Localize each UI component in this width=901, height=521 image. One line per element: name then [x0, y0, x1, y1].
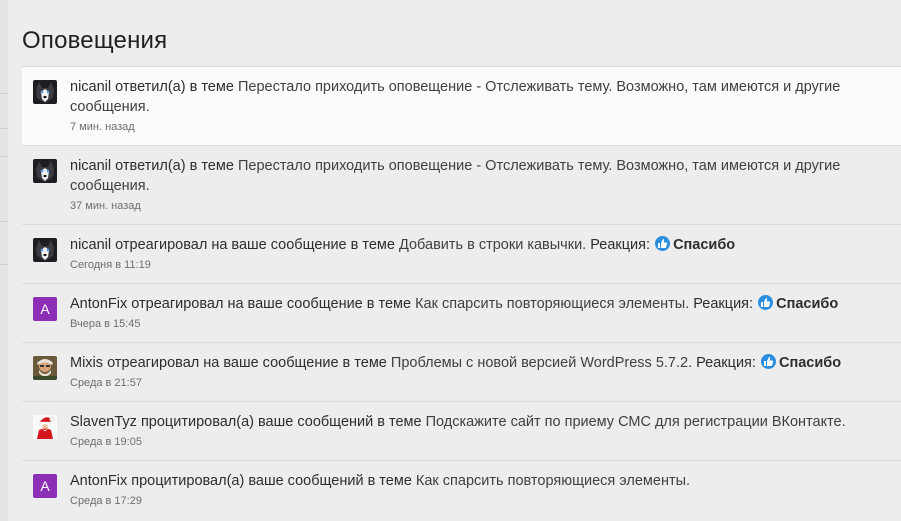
user-link[interactable]: Mixis: [70, 355, 103, 371]
thumbs-up-icon: [760, 354, 776, 369]
notification-action: процитировал(а) ваше сообщений в теме: [140, 414, 422, 430]
thread-link[interactable]: Подскажите сайт по приему СМС для регист…: [426, 414, 846, 430]
divider: [0, 221, 8, 222]
divider: [0, 128, 8, 129]
notification-action: ответил(а) в теме: [115, 158, 234, 174]
user-link[interactable]: nicanil: [70, 79, 111, 95]
reaction-name: Спасибо: [776, 296, 839, 312]
reaction-name: Спасибо: [778, 355, 842, 371]
notification-item[interactable]: nicanil ответил(а) в теме Перестало прих…: [22, 145, 901, 224]
notification-time: Вчера в 15:45: [70, 318, 141, 330]
divider: [0, 156, 8, 157]
thumbs-up-icon: [655, 236, 671, 251]
reaction-label: Реакция:: [590, 237, 651, 253]
reaction-label: Реакция:: [693, 296, 754, 312]
thread-link[interactable]: Как спарсить повторяющиеся элементы.: [415, 296, 689, 312]
notification-item[interactable]: A AntonFix процитировал(а) ваше сообщений…: [22, 460, 901, 519]
thread-link[interactable]: Проблемы с новой версией WordPress 5.7.2…: [391, 355, 692, 371]
divider: [0, 93, 8, 94]
notification-action: ответил(а) в теме: [115, 79, 234, 95]
notification-time: 7 мин. назад: [70, 121, 135, 133]
notification-text: AntonFix отреагировал на ваше сообщение …: [70, 294, 851, 314]
notification-text: nicanil ответил(а) в теме Перестало прих…: [70, 77, 851, 117]
page-title: Оповещения: [22, 27, 168, 55]
notification-action: отреагировал на ваше сообщение в теме: [107, 355, 387, 371]
notification-text: nicanil отреагировал на ваше сообщение в…: [70, 235, 851, 255]
notification-text: nicanil ответил(а) в теме Перестало прих…: [70, 156, 851, 196]
thumbs-up-icon: [758, 295, 774, 310]
notification-time: Среда в 17:29: [70, 495, 142, 507]
notification-time: Среда в 19:05: [70, 436, 142, 448]
avatar-letter[interactable]: A: [33, 297, 57, 321]
notification-list: nicanil ответил(а) в теме Перестало прих…: [22, 66, 901, 519]
user-link[interactable]: AntonFix: [70, 473, 127, 489]
user-link[interactable]: nicanil: [70, 237, 111, 253]
notification-time: Сегодня в 11:19: [70, 259, 151, 271]
left-sidebar-edge: [0, 0, 8, 521]
notification-item[interactable]: SlavenTyz процитировал(а) ваше сообщений…: [22, 401, 901, 460]
avatar-husky[interactable]: [33, 159, 57, 183]
notification-action: процитировал(а) ваше сообщений в теме: [131, 473, 412, 489]
notification-time: Среда в 21:57: [70, 377, 142, 389]
avatar-husky[interactable]: [33, 80, 57, 104]
avatar-husky[interactable]: [33, 238, 57, 262]
notification-item[interactable]: Mixis отреагировал на ваше сообщение в т…: [22, 342, 901, 401]
user-link[interactable]: nicanil: [70, 158, 111, 174]
notification-text: SlavenTyz процитировал(а) ваше сообщений…: [70, 412, 851, 432]
user-link[interactable]: SlavenTyz: [70, 414, 137, 430]
user-link[interactable]: AntonFix: [70, 296, 127, 312]
notification-text: Mixis отреагировал на ваше сообщение в т…: [70, 353, 851, 373]
notification-action: отреагировал на ваше сообщение в теме: [131, 296, 412, 312]
notification-time: 37 мин. назад: [70, 200, 141, 212]
notification-text: AntonFix процитировал(а) ваше сообщений …: [70, 471, 851, 491]
notification-item[interactable]: nicanil отреагировал на ваше сообщение в…: [22, 224, 901, 283]
avatar-santa[interactable]: [33, 415, 57, 439]
notification-action: отреагировал на ваше сообщение в теме: [115, 237, 395, 253]
reaction-name: Спасибо: [673, 237, 736, 253]
thread-link[interactable]: Как спарсить повторяющиеся элементы.: [416, 473, 690, 489]
thread-link[interactable]: Добавить в строки кавычки.: [399, 237, 586, 253]
divider: [0, 264, 8, 265]
avatar-photo[interactable]: [33, 356, 57, 380]
notification-item[interactable]: nicanil ответил(а) в теме Перестало прих…: [22, 66, 901, 145]
notification-item[interactable]: A AntonFix отреагировал на ваше сообщение…: [22, 283, 901, 342]
avatar-letter[interactable]: A: [33, 474, 57, 498]
reaction-label: Реакция:: [696, 355, 756, 371]
